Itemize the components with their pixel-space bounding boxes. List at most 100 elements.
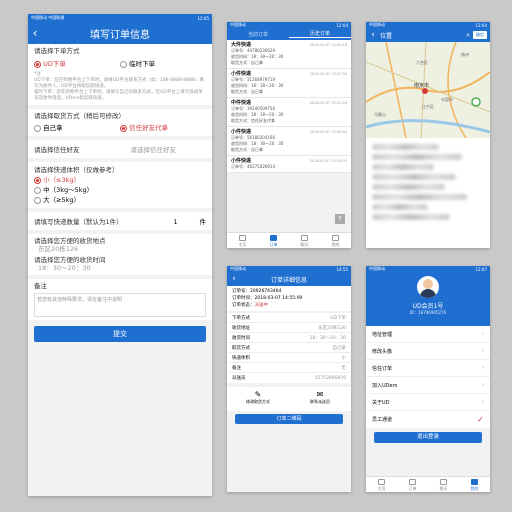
friend-label: 请选择信任好友 <box>34 146 80 154</box>
menu-item-address[interactable]: 地址管理 › <box>366 326 490 343</box>
tab-orders[interactable]: 订单 <box>258 233 289 248</box>
back-arrow-icon[interactable]: ‹ <box>227 274 241 284</box>
tab-me[interactable]: 我的 <box>320 233 351 248</box>
option-self-pickup[interactable]: 自己拿 <box>34 124 120 133</box>
detail-key: 收货时间 <box>232 335 250 341</box>
blurred-address[interactable] <box>372 164 434 170</box>
order-number: 订单号：20926743484 <box>232 289 282 294</box>
friend-section[interactable]: 请选择信任好友 请选择信任好友 <box>28 140 212 158</box>
remark-textarea[interactable]: 若您有其他特殊要求，请在备注中说明 <box>34 293 206 317</box>
tab-label: 聊天 <box>439 486 448 491</box>
order-pickup: 取货方式：信任好友代拿 <box>231 118 275 123</box>
contact-courier-button[interactable]: ✉ 联系派送员 <box>289 387 351 411</box>
tab-home[interactable]: 主页 <box>366 477 397 492</box>
radio-unchecked-icon <box>34 186 41 194</box>
button-label: 修改取货方式 <box>246 399 270 404</box>
menu-item-join-uders[interactable]: 加入UDers › <box>366 377 490 394</box>
menu-item-avatar[interactable]: 修改头像 › <box>366 343 490 360</box>
menu-item-staff[interactable]: 员工通道 ✓ <box>366 411 490 428</box>
order-type-section: 请选择下单方式 UD下单 临时下单 *注 UD下单：您在购物平台上下单时，请将U… <box>28 44 212 105</box>
order-detail-rows: 下单方式 UD下单 收货地址 东区20栋126 收货时间 18：30～20：30 取货… <box>227 313 351 383</box>
quantity-input[interactable]: 1 <box>173 218 177 226</box>
option-ud-order[interactable]: UD下单 <box>34 60 120 69</box>
quantity-label: 请填写快递数量（默认为1件） <box>34 218 123 226</box>
size-option-large[interactable]: 大（≥5kg） <box>34 195 206 205</box>
profile-icon <box>471 479 478 485</box>
option-label: 中（3kg～5kg） <box>43 186 94 194</box>
back-arrow-icon[interactable]: ‹ <box>366 30 380 40</box>
action-row: ✎ 修改取货方式 ✉ 联系派送员 <box>227 387 351 411</box>
phone-profile: 中国移动 12:07 UD会员1号 ID：18796905276 地址管理 › 修改… <box>366 266 490 492</box>
clock-text: 12:05 <box>197 15 209 21</box>
blurred-address[interactable] <box>372 144 440 150</box>
menu-item-trust-orders[interactable]: 信任订单 › <box>366 360 490 377</box>
home-icon <box>239 235 246 241</box>
tab-current-orders[interactable]: 当前订单 <box>227 31 289 38</box>
blurred-address[interactable] <box>372 184 445 190</box>
edit-pickup-button[interactable]: ✎ 修改取货方式 <box>227 387 289 411</box>
chevron-right-icon: › <box>482 382 484 388</box>
size-label: 请选择快递体积（仅做参考） <box>34 166 119 174</box>
back-arrow-icon[interactable]: ‹ <box>28 27 42 39</box>
remark-section: 备注 若您有其他特殊要求，请在备注中说明 <box>28 279 212 320</box>
address-picker[interactable]: 东区20栋126 <box>34 245 206 253</box>
order-number: 订单号：46275026914 <box>231 164 275 169</box>
map-label: 句容市 <box>441 97 453 102</box>
blurred-address[interactable] <box>372 174 456 180</box>
clock-text: 12:07 <box>475 266 487 272</box>
page-title: 位置 <box>380 32 393 40</box>
address-time-section: 请选择您方便的收货地点 东区20栋126 请选择您方便的收货时间 18：30～2… <box>28 234 212 275</box>
size-option-small[interactable]: 小（≤3kg） <box>34 175 206 185</box>
search-icon[interactable]: ⌕ <box>466 31 470 40</box>
qr-code-button[interactable]: 订单二维码 <box>235 414 343 424</box>
detail-key: 快递体积 <box>232 355 250 361</box>
blurred-address[interactable] <box>372 204 428 210</box>
friend-picker[interactable]: 请选择信任好友 <box>131 144 177 154</box>
tab-orders[interactable]: 订单 <box>397 477 428 492</box>
chat-icon <box>301 235 308 241</box>
scroll-top-icon[interactable]: ↑ <box>335 214 345 224</box>
detail-row: 备注 无 <box>227 363 351 373</box>
order-card[interactable]: 小件快递 2018-03-07 13:47:30 订单号：31268979719 收货… <box>227 69 351 98</box>
tab-chat[interactable]: 聊天 <box>289 233 320 248</box>
blurred-address[interactable] <box>372 214 451 220</box>
time-picker[interactable]: 18：30～20：30 <box>34 264 206 272</box>
tab-me[interactable]: 我的 <box>459 477 490 492</box>
phone-order-detail: 中国移动 14:55 ‹ 订单详细信息 订单号：20926743484 订单时间：… <box>227 266 351 492</box>
detail-row: 收货时间 18：30～20：30 <box>227 333 351 343</box>
confirm-button[interactable]: 确定 <box>473 31 487 39</box>
blurred-address[interactable] <box>372 194 468 200</box>
order-card[interactable]: 大件快递 2018-03-07 14:00:16 订单号：44780230629 收货… <box>227 40 351 69</box>
order-pickup: 取货方式：自己拿 <box>231 147 263 152</box>
note-ud: UD下单：您在购物平台上下单时，请将UD平台联系方式（如：188-8888-88… <box>34 78 204 89</box>
logout-button[interactable]: 退出登录 <box>374 432 482 443</box>
page-title: 填写订单信息 <box>90 29 150 41</box>
size-option-medium[interactable]: 中（3kg～5kg） <box>34 185 206 195</box>
avatar-body-icon <box>420 289 436 298</box>
order-card[interactable]: 小件快递 2018-03-07 13:20:03 订单号：46275026914 <box>227 156 351 173</box>
tab-home[interactable]: 主页 <box>227 233 258 248</box>
submit-button[interactable]: 提交 <box>34 326 206 342</box>
map-label: 六合区 <box>416 60 428 65</box>
tab-label: 订单 <box>408 486 417 491</box>
option-temp-order[interactable]: 临时下单 <box>120 60 206 69</box>
tab-chat[interactable]: 聊天 <box>428 477 459 492</box>
location-pin-icon <box>423 89 427 93</box>
menu-label: 加入UDers <box>372 382 398 389</box>
menu-label: 地址管理 <box>372 331 393 338</box>
menu-label: 关于UD <box>372 399 390 406</box>
note-temp: 临时下单：您在购物平台上下单时，请填写自己的联系方式，在UD平台上填写快递单号及… <box>34 90 203 101</box>
tab-history-orders[interactable]: 历史订单 <box>289 30 351 38</box>
option-friend-pickup[interactable]: 信任好友代拿 <box>120 124 206 133</box>
tab-label: 主页 <box>238 242 247 247</box>
menu-item-about[interactable]: 关于UD › <box>366 394 490 411</box>
blurred-address[interactable] <box>372 154 462 160</box>
radio-checked-icon <box>34 60 41 68</box>
detail-value: 18：30～20：30 <box>309 335 346 341</box>
avatar[interactable] <box>417 276 439 298</box>
option-label: 小（≤3kg） <box>43 176 81 184</box>
detail-value: 小 <box>341 355 347 361</box>
order-card[interactable]: 小件快递 2018-03-07 13:35:42 订单号：56180204166 收货… <box>227 127 351 156</box>
map-view[interactable]: 南京市 句容市 马鞍山 六合区 江宁区 扬州 <box>366 42 490 138</box>
order-card[interactable]: 中件快递 2018-03-07 13:41:28 订单号：39240509756 收货… <box>227 98 351 127</box>
